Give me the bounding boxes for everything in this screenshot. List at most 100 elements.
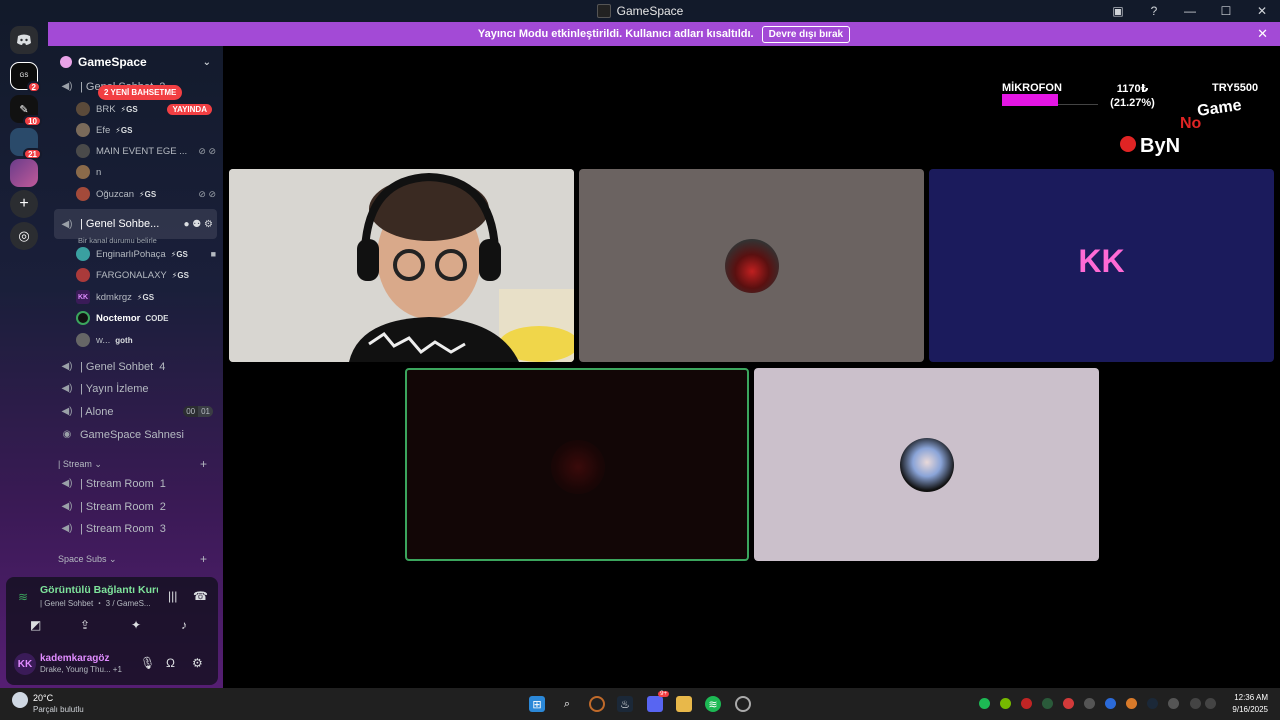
participant-tile-kk[interactable]: KK [929,169,1274,362]
weather-condition[interactable]: Parçalı bulutlu [33,705,84,714]
tray-mic-icon[interactable] [1063,698,1074,709]
discord-home-icon[interactable] [10,26,38,54]
speaker-icon: ◀) [61,361,73,372]
mic-level-bar [1002,94,1058,106]
svg-text:ByN: ByN [1140,135,1180,157]
tray-steam-icon[interactable] [1147,698,1158,709]
server-gamespace-icon[interactable]: GS 2 [10,62,41,93]
voice-member[interactable]: MAIN EVENT EGE ... ⊘ ⊘ [76,141,216,161]
server-boost-icon [60,56,72,68]
server-4-icon[interactable] [10,159,38,187]
camera-off-icon[interactable]: ◩ [30,618,41,632]
tray-spotify-icon[interactable] [979,698,990,709]
window-title: GameSpace [616,4,684,18]
webcam-tile[interactable] [229,169,574,362]
participant-tile-car[interactable] [579,169,924,362]
alone-counter: 00 [186,407,196,416]
microphone-icon[interactable]: 🎙 [140,656,155,670]
participant-tile-light[interactable] [754,368,1099,561]
tray-bluetooth-icon[interactable] [1105,698,1116,709]
maximize-icon[interactable]: ☐ [1208,0,1244,22]
server-name: GameSpace [78,55,147,69]
voice-channel-stream-room-1[interactable]: ◀) | Stream Room 1 [54,473,217,494]
channel-actions-icon[interactable]: ● ⚉ ⚙ [183,219,213,230]
voice-member[interactable]: n [76,162,216,182]
speaker-icon: ◀) [61,523,73,534]
avatar [76,333,90,347]
disconnect-icon[interactable]: ☎ [193,589,208,603]
avatar [76,144,90,158]
app-orange-ring-icon[interactable] [589,696,605,712]
soundboard-icon[interactable]: ♪ [181,618,187,632]
voice-member[interactable]: Efe ⚡GS [76,120,216,140]
clock-date[interactable]: 9/16/2025 [1232,705,1268,714]
tray-app-icon[interactable] [1084,698,1095,709]
voice-member[interactable]: KK kdmkrgz ⚡GS [76,287,216,307]
add-channel-icon[interactable]: + [200,552,207,566]
tray-cloud-icon[interactable] [1126,698,1137,709]
voice-member[interactable]: EnginarlıPohaça ⚡GS ■ [76,244,216,264]
user-name[interactable]: kademkaragöz [40,653,109,664]
app-circle-icon[interactable] [735,696,751,712]
discover-compass-icon[interactable]: ◎ [10,222,38,250]
member-tag: ⚡GS [115,125,133,135]
category-stream[interactable]: | Stream ⌄ + [58,457,207,471]
tray-app-icon[interactable] [1021,698,1032,709]
weather-temp[interactable]: 20°C [33,693,53,703]
discord-taskbar-icon[interactable]: 9+ [647,691,669,712]
headphones-icon[interactable]: Ω [166,656,175,670]
close-window-icon[interactable]: ✕ [1244,0,1280,22]
inbox-icon[interactable]: ▣ [1100,0,1136,22]
discord-app: GameSpace ▣ ? — ☐ ✕ GS 2 ✎ 10 21 + ◎ Yay… [0,0,1280,720]
participant-tile-speaking[interactable] [405,368,749,561]
close-banner-icon[interactable]: ✕ [1257,26,1268,42]
tray-network-icon[interactable] [1190,698,1201,709]
settings-gear-icon[interactable]: ⚙ [192,656,203,670]
share-screen-icon[interactable]: ⇪ [80,618,90,632]
steam-icon[interactable]: ♨ [617,696,633,712]
category-space-subs[interactable]: Space Subs ⌄ + [58,552,207,566]
help-icon[interactable]: ? [1136,0,1172,22]
voice-member[interactable]: BRK ⚡GS YAYINDA [76,99,216,119]
signal-icon[interactable]: ≋ [18,590,28,604]
search-icon[interactable]: ⌕ [559,696,575,712]
clock-time[interactable]: 12:36 AM [1234,693,1268,702]
new-mentions-pill[interactable]: 2 YENİ BAHSETME [98,85,183,100]
voice-channel-active[interactable]: ◀) | Genel Sohbe... ● ⚉ ⚙ [54,209,217,239]
activity-gamepad-icon[interactable]: ✦ [131,618,141,632]
voice-channel-genel-sohbet-4[interactable]: ◀) | Genel Sohbet 4 [54,356,217,377]
weather-cloud-icon[interactable] [12,692,28,708]
server-header[interactable]: GameSpace ⌄ [48,46,223,78]
user-activity: Drake, Young Thu... +1 [40,665,122,674]
streamer-mode-banner: Yayıncı Modu etkinleştirildi. Kullanıcı … [48,22,1280,46]
connection-channel[interactable]: | Genel Sohbet ・ 3 / GameS... [40,598,151,609]
add-server-icon[interactable]: + [10,190,38,218]
tray-nvidia-icon[interactable] [1000,698,1011,709]
spotify-icon[interactable]: ≋ [705,696,721,712]
minimize-icon[interactable]: — [1172,0,1208,22]
start-windows-icon[interactable]: ⊞ [529,696,545,712]
member-tag: ⚡GS [136,292,155,302]
add-channel-icon[interactable]: + [200,457,207,471]
donation-goal: 1170₺ [1116,83,1149,95]
voice-channel-stream-room-2[interactable]: ◀) | Stream Room 2 [54,496,217,517]
server-2-icon[interactable]: ✎ 10 [10,95,42,127]
user-avatar[interactable]: KK [14,653,36,675]
voice-channel-yayin-izleme[interactable]: ◀) | Yayın İzleme [54,378,217,399]
stage-channel[interactable]: ◉ GameSpace Sahnesi [54,424,217,445]
voice-member[interactable]: Oğuzcan ⚡GS ⊘ ⊘ [76,184,216,204]
mention-badge: 2 [26,81,41,93]
voice-channel-alone[interactable]: ◀) | Alone 00 01 [54,401,217,422]
voice-member[interactable]: w... goth [76,330,216,350]
voice-member[interactable]: FARGONALAXY ⚡GS [76,265,216,285]
tray-mic-icon[interactable] [1168,698,1179,709]
noise-suppression-icon[interactable]: ||| [168,589,177,603]
speaker-icon: ◀) [61,218,73,230]
voice-member[interactable]: Noctemor CODE [76,308,216,328]
server-3-icon[interactable]: 21 [10,128,42,160]
disable-streamer-mode-button[interactable]: Devre dışı bırak [761,25,851,43]
voice-channel-stream-room-3[interactable]: ◀) | Stream Room 3 [54,518,217,539]
tray-app-icon[interactable] [1042,698,1053,709]
file-explorer-icon[interactable] [676,696,692,712]
tray-volume-icon[interactable] [1205,698,1216,709]
